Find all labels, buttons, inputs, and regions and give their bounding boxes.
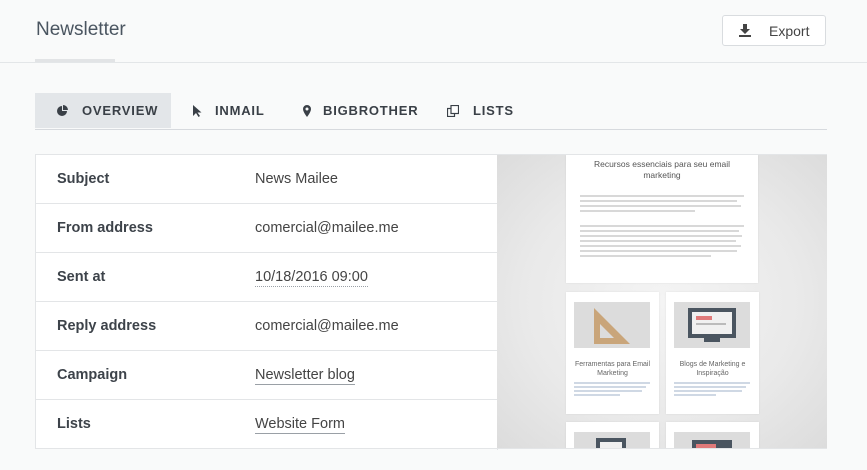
download-icon xyxy=(739,24,751,37)
tab-label: Overview xyxy=(82,103,159,118)
detail-row-lists: Lists Website Form xyxy=(36,400,497,449)
document-icon xyxy=(596,438,626,448)
tab-overview[interactable]: Overview xyxy=(35,93,171,128)
preview-card-image xyxy=(674,432,750,448)
preview-card-image xyxy=(574,302,650,348)
preview-card-partial xyxy=(666,422,759,448)
detail-label: Campaign xyxy=(57,367,128,383)
tab-label: Bigbrother xyxy=(323,103,419,118)
preview-card-partial xyxy=(566,422,659,448)
tab-label: Inmail xyxy=(215,103,265,118)
detail-row-campaign: Campaign Newsletter blog xyxy=(36,351,497,400)
tab-bar: Overview Inmail Bigbrother Lists xyxy=(35,93,827,130)
preview-card-text xyxy=(674,382,750,398)
page-title: Newsletter xyxy=(36,19,126,40)
copy-icon xyxy=(447,104,459,117)
preview-body-text xyxy=(580,225,744,260)
detail-value: News Mailee xyxy=(255,171,338,187)
export-label: Export xyxy=(769,23,810,39)
preview-header-block: Recursos essenciais para seu email marke… xyxy=(566,155,758,283)
pie-chart-icon xyxy=(57,104,68,116)
preview-card-image xyxy=(674,302,750,348)
tab-lists[interactable]: Lists xyxy=(447,93,514,128)
tab-bigbrother[interactable]: Bigbrother xyxy=(301,93,418,128)
preview-body-text xyxy=(580,195,744,215)
laptop-icon xyxy=(692,440,732,448)
preview-card-tools: Ferramentas para Email Marketing xyxy=(566,292,659,414)
tab-inmail[interactable]: Inmail xyxy=(192,93,265,128)
detail-label: From address xyxy=(57,220,153,236)
email-preview[interactable]: Recursos essenciais para seu email marke… xyxy=(497,155,827,448)
detail-row-from-address: From address comercial@mailee.me xyxy=(36,204,497,253)
title-underline xyxy=(35,59,115,62)
ruler-triangle-icon xyxy=(594,308,630,344)
preview-card-text xyxy=(574,382,650,398)
detail-row-sent-at: Sent at 10/18/2016 09:00 xyxy=(36,253,497,302)
details-table: Subject News Mailee From address comerci… xyxy=(36,155,498,450)
preview-card-caption: Blogs de Marketing e Inspiração xyxy=(679,361,746,377)
preview-card-caption: Ferramentas para Email Marketing xyxy=(574,361,651,377)
detail-row-reply-address: Reply address comercial@mailee.me xyxy=(36,302,497,351)
detail-label: Lists xyxy=(57,416,91,432)
cursor-icon xyxy=(193,104,202,117)
detail-value: comercial@mailee.me xyxy=(255,318,399,334)
monitor-icon xyxy=(688,308,736,342)
detail-value: 10/18/2016 09:00 xyxy=(255,269,368,287)
campaign-link[interactable]: Newsletter blog xyxy=(255,367,355,385)
preview-card-image xyxy=(574,432,650,448)
map-pin-icon xyxy=(303,104,311,117)
detail-label: Subject xyxy=(57,171,110,187)
detail-row-subject: Subject News Mailee xyxy=(36,155,497,204)
preview-headline: Recursos essenciais para seu email marke… xyxy=(593,159,731,180)
overview-card: Subject News Mailee From address comerci… xyxy=(35,154,827,450)
export-button[interactable]: Export xyxy=(722,15,826,46)
preview-card-blogs: Blogs de Marketing e Inspiração xyxy=(666,292,759,414)
lists-link[interactable]: Website Form xyxy=(255,416,345,434)
detail-label: Sent at xyxy=(57,269,106,285)
page-header: Newsletter Export xyxy=(0,0,867,63)
detail-label: Reply address xyxy=(57,318,157,334)
detail-value: comercial@mailee.me xyxy=(255,220,399,236)
tab-label: Lists xyxy=(473,103,514,118)
